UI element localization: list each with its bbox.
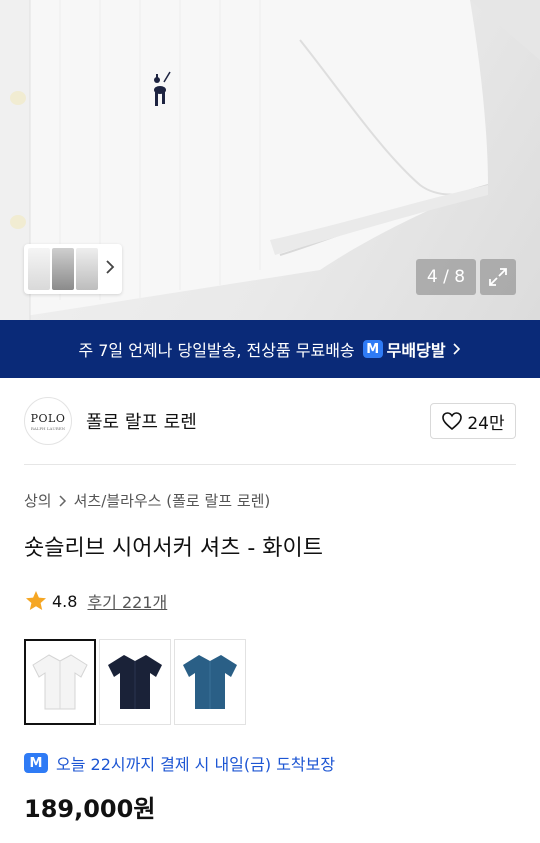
thumbnail-image[interactable] (28, 248, 50, 290)
heart-icon (442, 412, 463, 431)
chevron-right-icon (452, 343, 460, 355)
expand-icon (489, 268, 507, 286)
thumbnail-image[interactable] (76, 248, 98, 290)
product-price: 189,000원 (24, 795, 156, 823)
color-option-navy[interactable] (99, 639, 171, 725)
store-row: POLO RALPH LAUREN 폴로 랄프 로렌 24만 (24, 397, 516, 445)
store-logo-text: POLO (30, 411, 66, 425)
breadcrumb-subcategory[interactable]: 셔츠/블라우스 (폴로 랄프 로렌) (74, 490, 271, 511)
expand-button[interactable] (480, 259, 516, 295)
delivery-guarantee: M 오늘 22시까지 결제 시 내일(금) 도착보장 (24, 751, 335, 775)
shirt-thumbnail (108, 655, 162, 709)
shirt-thumbnail (183, 655, 237, 709)
shirt-thumbnail (32, 654, 88, 710)
breadcrumb-category[interactable]: 상의 (24, 490, 52, 511)
color-option-white[interactable] (24, 639, 96, 725)
like-count: 24만 (467, 413, 505, 434)
musinsa-delivery-badge-icon: M (24, 753, 48, 773)
divider (24, 464, 516, 465)
banner-text: 주 7일 언제나 당일발송, 전상품 무료배송 (78, 341, 355, 360)
star-icon (26, 591, 46, 610)
like-button[interactable]: 24만 (430, 403, 516, 439)
store-name[interactable]: 폴로 랄프 로렌 (86, 408, 197, 434)
thumbnail-strip[interactable] (24, 244, 122, 294)
product-image[interactable]: 4 / 8 (0, 0, 540, 320)
color-options (24, 639, 249, 725)
musinsa-delivery-badge-icon: M (362, 340, 383, 358)
product-title: 숏슬리브 시어서커 셔츠 - 화이트 (24, 536, 324, 561)
free-delivery-banner[interactable]: 주 7일 언제나 당일발송, 전상품 무료배송 M 무배당발 (0, 320, 540, 378)
image-counter: 4 / 8 (416, 259, 476, 295)
reviews-link[interactable]: 후기 221개 (87, 589, 167, 613)
rating-row: 4.8 후기 221개 (24, 589, 167, 613)
delivery-text: 오늘 22시까지 결제 시 내일(금) 도착보장 (56, 755, 336, 774)
store-logo[interactable]: POLO RALPH LAUREN (24, 397, 72, 445)
color-option-blue[interactable] (174, 639, 246, 725)
chevron-right-icon (106, 260, 115, 274)
breadcrumb: 상의 셔츠/블라우스 (폴로 랄프 로렌) (24, 490, 270, 511)
rating-score: 4.8 (52, 591, 78, 611)
store-logo-subtext: RALPH LAUREN (30, 425, 66, 431)
banner-brand: 무배당발 (386, 341, 446, 360)
thumbnail-image[interactable] (52, 248, 74, 290)
chevron-right-icon (59, 494, 66, 507)
